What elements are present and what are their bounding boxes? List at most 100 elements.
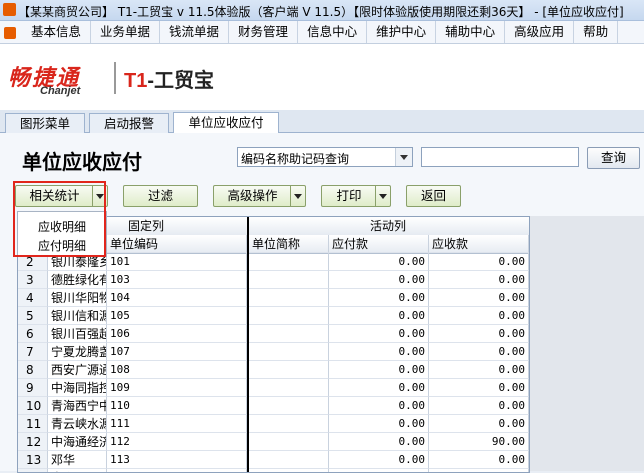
row-unit-code: 110 — [107, 397, 247, 415]
row-unit-short-name — [249, 307, 329, 325]
logo-chanjet-en: Chanjet — [40, 85, 81, 97]
row-unit-name: 银川信和源 — [48, 307, 107, 325]
row-payable: 0.00 — [329, 433, 429, 451]
row-unit-name: 西安广源通 — [48, 361, 107, 379]
row-unit-code: 112 — [107, 433, 247, 451]
row-receivable: 0.00 — [429, 343, 529, 361]
menu-business-docs[interactable]: 业务单据 — [91, 21, 161, 43]
row-receivable: 0.00 — [429, 271, 529, 289]
menu-finance[interactable]: 财务管理 — [229, 21, 299, 43]
row-number: 7 — [18, 343, 48, 361]
row-unit-code: 107 — [107, 343, 247, 361]
row-unit-short-name — [249, 289, 329, 307]
search-mode-value: 编码名称助记码查询 — [241, 152, 350, 166]
related-stats-menu: 应收明细 应付明细 — [17, 211, 107, 257]
search-mode-select[interactable]: 编码名称助记码查询 — [237, 147, 413, 167]
row-payable: 0.00 — [329, 307, 429, 325]
page-title: 单位应收应付 — [22, 150, 142, 174]
row-unit-code: 109 — [107, 379, 247, 397]
row-number: 14 — [18, 469, 48, 472]
row-payable: 0.00 — [329, 397, 429, 415]
row-unit-short-name — [249, 361, 329, 379]
row-number: 13 — [18, 451, 48, 469]
row-number: 9 — [18, 379, 48, 397]
query-button[interactable]: 查询 — [587, 147, 640, 169]
row-unit-name: 青海西宁中 — [48, 397, 107, 415]
logo-separator — [114, 62, 116, 94]
row-receivable: 570.00 — [429, 469, 529, 472]
row-payable: 0.00 — [329, 343, 429, 361]
row-unit-name: 银川华阳物 — [48, 289, 107, 307]
row-unit-short-name — [249, 325, 329, 343]
row-unit-short-name — [249, 253, 329, 271]
menu-maintenance[interactable]: 维护中心 — [367, 21, 437, 43]
header-unit-short-name[interactable]: 单位简称 — [249, 235, 329, 253]
row-unit-name: 德胜绿化有 — [48, 271, 107, 289]
menu-advanced[interactable]: 高级应用 — [505, 21, 575, 43]
related-stats-label: 相关统计 — [29, 188, 80, 203]
header-receivable[interactable]: 应收款 — [429, 235, 529, 253]
chevron-down-icon[interactable] — [395, 148, 412, 166]
row-payable: 0.00 — [329, 253, 429, 271]
row-number: 8 — [18, 361, 48, 379]
tab-strip: 图形菜单 启动报警 单位应收应付 — [0, 110, 644, 133]
row-unit-code: 104 — [107, 289, 247, 307]
grid-empty-area — [529, 216, 644, 471]
title-bar: 【某某商贸公司】 T1-工贸宝 v 11.5体验版（客户端 V 11.5）【限时… — [0, 0, 644, 21]
tab-receivable-payable[interactable]: 单位应收应付 — [173, 112, 279, 133]
row-unit-code: 105 — [107, 307, 247, 325]
row-unit-short-name — [249, 433, 329, 451]
row-unit-short-name — [249, 379, 329, 397]
row-receivable: 0.00 — [429, 253, 529, 271]
row-number: 11 — [18, 415, 48, 433]
row-number: 10 — [18, 397, 48, 415]
menu-help[interactable]: 帮助 — [574, 21, 619, 43]
row-unit-name: 童义辉 — [48, 469, 107, 472]
chevron-down-icon[interactable] — [375, 186, 390, 206]
row-receivable: 0.00 — [429, 451, 529, 469]
row-unit-code: 114 — [107, 469, 247, 472]
related-stats-button[interactable]: 相关统计 — [15, 185, 108, 207]
menu-assist[interactable]: 辅助中心 — [436, 21, 506, 43]
row-unit-short-name — [249, 469, 329, 472]
menu-cashflow-docs[interactable]: 钱流单据 — [160, 21, 230, 43]
row-unit-name: 宁夏龙腾盏 — [48, 343, 107, 361]
row-unit-short-name — [249, 271, 329, 289]
row-number: 4 — [18, 289, 48, 307]
menu-app-icon — [4, 26, 16, 39]
app-icon — [3, 3, 16, 16]
row-payable: 0.00 — [329, 415, 429, 433]
menu-info-center[interactable]: 信息中心 — [298, 21, 368, 43]
header-payable[interactable]: 应付款 — [329, 235, 429, 253]
menu-basic-info[interactable]: 基本信息 — [22, 21, 92, 43]
menu-bar: 基本信息 业务单据 钱流单据 财务管理 信息中心 维护中心 辅助中心 高级应用 帮助 — [0, 21, 644, 44]
row-number: 3 — [18, 271, 48, 289]
header-unit-code[interactable]: 单位编码 — [107, 235, 247, 253]
print-button[interactable]: 打印 — [321, 185, 391, 207]
group-fixed-columns: 固定列 — [128, 219, 165, 233]
filter-button[interactable]: 过滤 — [123, 185, 198, 207]
row-number: 5 — [18, 307, 48, 325]
logo-product-t1: T1 — [124, 70, 148, 92]
chevron-down-icon[interactable] — [92, 186, 107, 206]
row-number: 6 — [18, 325, 48, 343]
row-receivable: 0.00 — [429, 415, 529, 433]
row-receivable: 0.00 — [429, 289, 529, 307]
back-button[interactable]: 返回 — [406, 185, 461, 207]
advanced-ops-button[interactable]: 高级操作 — [213, 185, 306, 207]
row-unit-name: 中海同指控 — [48, 379, 107, 397]
row-receivable: 0.00 — [429, 361, 529, 379]
tab-graphic-menu[interactable]: 图形菜单 — [5, 113, 85, 133]
row-unit-short-name — [249, 343, 329, 361]
print-label: 打印 — [336, 188, 362, 203]
logo-banner: 畅捷通 Chanjet T1-工贸宝 — [0, 44, 644, 110]
row-payable: 0.00 — [329, 271, 429, 289]
row-receivable: 0.00 — [429, 307, 529, 325]
row-unit-code: 113 — [107, 451, 247, 469]
menu-item-payable-detail[interactable]: 应付明细 — [38, 237, 86, 254]
advanced-ops-label: 高级操作 — [227, 188, 278, 203]
menu-item-receivable-detail[interactable]: 应收明细 — [38, 218, 86, 235]
tab-startup-alerts[interactable]: 启动报警 — [89, 113, 169, 133]
search-input[interactable] — [421, 147, 579, 167]
chevron-down-icon[interactable] — [290, 186, 305, 206]
